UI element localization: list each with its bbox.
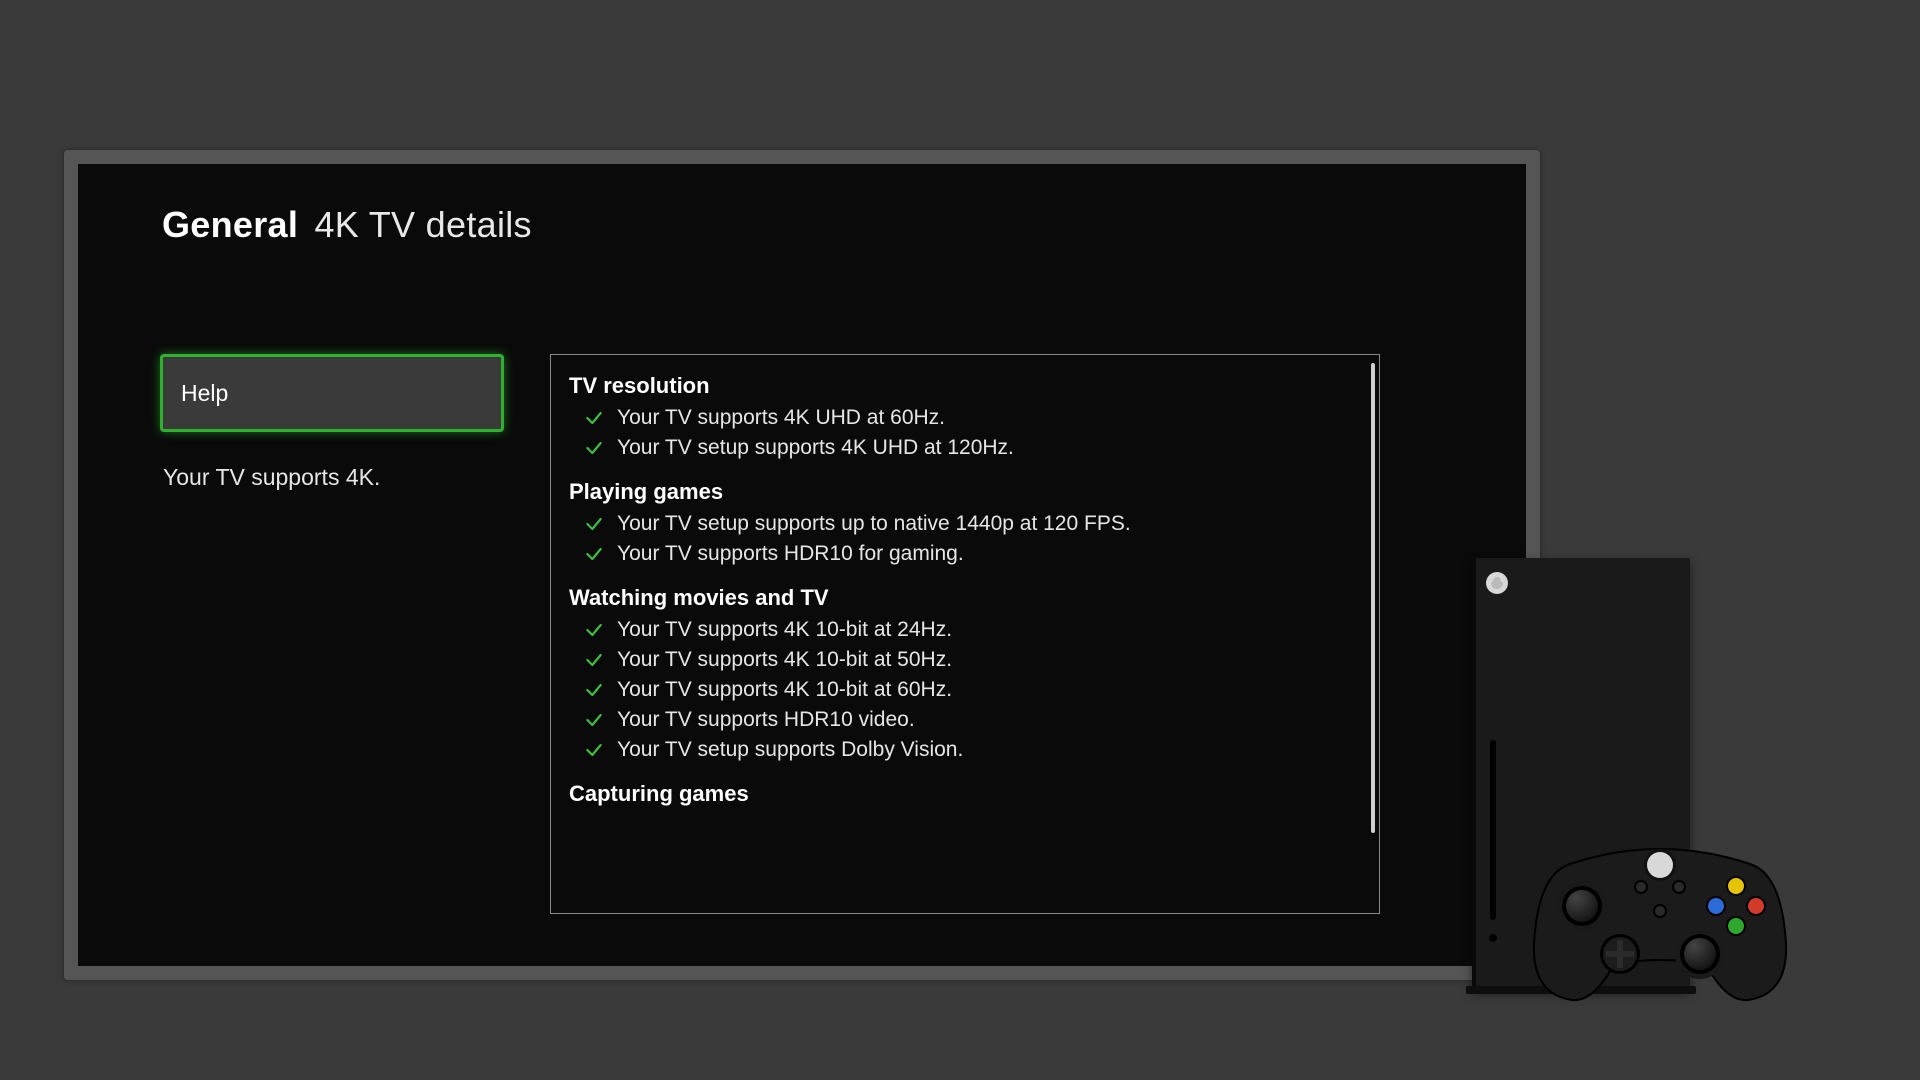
capability-text: Your TV setup supports Dolby Vision. [617, 738, 963, 762]
xbox-home-button-icon [1647, 852, 1673, 878]
header-page: 4K TV details [314, 204, 531, 245]
help-button[interactable]: Help [160, 354, 504, 432]
check-icon [583, 407, 605, 429]
capability-text: Your TV supports HDR10 for gaming. [617, 542, 964, 566]
capability-item: Your TV setup supports Dolby Vision. [569, 735, 1367, 765]
eject-button-icon [1489, 934, 1497, 942]
check-icon [583, 513, 605, 535]
capability-section: Playing games Your TV setup supports up t… [569, 479, 1367, 569]
capability-text: Your TV supports 4K 10-bit at 24Hz. [617, 618, 952, 642]
dpad-icon [1600, 934, 1640, 974]
capability-text: Your TV setup supports 4K UHD at 120Hz. [617, 436, 1014, 460]
face-buttons [1708, 878, 1764, 934]
capability-text: Your TV supports 4K 10-bit at 60Hz. [617, 678, 952, 702]
header-category: General [162, 204, 298, 245]
capability-item: Your TV supports HDR10 video. [569, 705, 1367, 735]
section-title: Playing games [569, 479, 1367, 505]
tv-support-summary: Your TV supports 4K. [163, 464, 380, 491]
scrollbar[interactable] [1371, 363, 1375, 833]
capability-item: Your TV supports 4K 10-bit at 50Hz. [569, 645, 1367, 675]
capability-text: Your TV supports 4K UHD at 60Hz. [617, 406, 945, 430]
b-button-icon [1748, 898, 1764, 914]
check-icon [583, 619, 605, 641]
capability-text: Your TV setup supports up to native 1440… [617, 512, 1131, 536]
capability-section: Watching movies and TV Your TV supports 4… [569, 585, 1367, 765]
help-button-label: Help [181, 380, 228, 407]
xbox-controller-illustration [1530, 834, 1790, 1004]
capability-text: Your TV supports 4K 10-bit at 50Hz. [617, 648, 952, 672]
disc-slot-icon [1490, 740, 1496, 920]
check-icon [583, 709, 605, 731]
y-button-icon [1728, 878, 1744, 894]
capability-item: Your TV supports 4K 10-bit at 24Hz. [569, 615, 1367, 645]
share-button-icon [1655, 906, 1665, 916]
menu-button-icon [1674, 882, 1684, 892]
a-button-icon [1728, 918, 1744, 934]
details-scroll-area[interactable]: TV resolution Your TV supports 4K UHD at … [569, 373, 1367, 913]
details-panel: TV resolution Your TV supports 4K UHD at … [550, 354, 1380, 914]
capability-text: Your TV supports HDR10 video. [617, 708, 915, 732]
capability-section: TV resolution Your TV supports 4K UHD at … [569, 373, 1367, 463]
check-icon [583, 543, 605, 565]
page-header: General 4K TV details [162, 204, 532, 246]
section-title: TV resolution [569, 373, 1367, 399]
capability-item: Your TV supports 4K UHD at 60Hz. [569, 403, 1367, 433]
screen: General 4K TV details Help Your TV suppo… [78, 164, 1526, 966]
capability-item: Your TV setup supports up to native 1440… [569, 509, 1367, 539]
capability-item: Your TV supports 4K 10-bit at 60Hz. [569, 675, 1367, 705]
section-title: Capturing games [569, 781, 1367, 807]
check-icon [583, 739, 605, 761]
x-button-icon [1708, 898, 1724, 914]
left-stick-icon [1562, 886, 1602, 926]
section-title: Watching movies and TV [569, 585, 1367, 611]
capability-item: Your TV supports HDR10 for gaming. [569, 539, 1367, 569]
view-button-icon [1636, 882, 1646, 892]
capability-item: Your TV setup supports 4K UHD at 120Hz. [569, 433, 1367, 463]
check-icon [583, 649, 605, 671]
check-icon [583, 679, 605, 701]
tv-frame: General 4K TV details Help Your TV suppo… [64, 150, 1540, 980]
xbox-logo-icon [1486, 572, 1508, 594]
check-icon [583, 437, 605, 459]
right-stick-icon [1680, 934, 1720, 974]
